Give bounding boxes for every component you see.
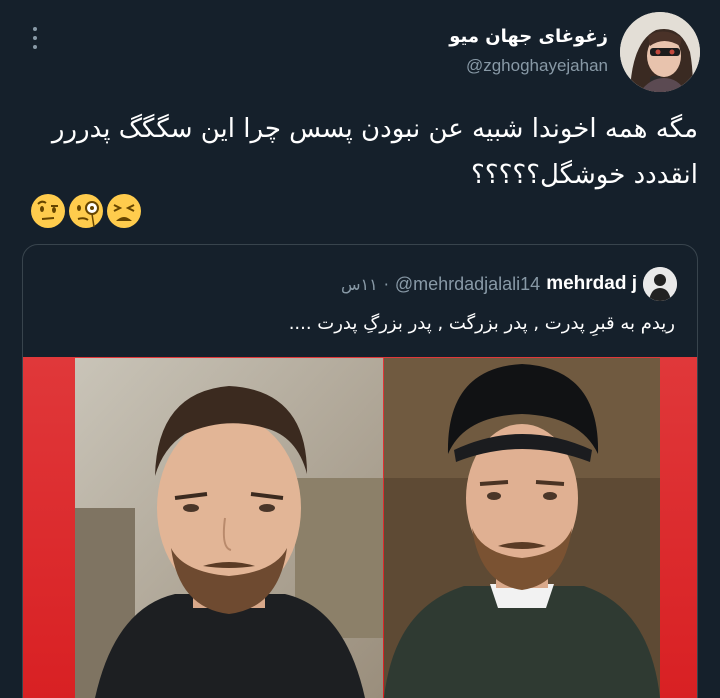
raised-eyebrow-emoji <box>31 194 65 228</box>
quoted-author-handle[interactable]: @mehrdadjalali14 <box>395 274 540 295</box>
author-display-name[interactable]: زغوغای جهان میو <box>449 23 608 51</box>
quoted-tweet[interactable]: mehrdad j @mehrdadjalali14 · ۱۱س ریدم به… <box>22 244 698 698</box>
quoted-author-name[interactable]: mehrdad j <box>546 273 637 295</box>
photo-young-man[interactable] <box>75 358 383 698</box>
quoted-timestamp[interactable]: ۱۱س <box>341 275 378 294</box>
quoted-avatar[interactable] <box>643 267 677 301</box>
quoted-tweet-text: ریدم به قبرِ پدرت , پدر بزرگت , پدر بزرگ… <box>288 313 675 334</box>
tired-face-emoji <box>107 194 141 228</box>
tweet-emojis <box>30 193 142 229</box>
quoted-tweet-header: mehrdad j @mehrdadjalali14 · ۱۱س <box>341 267 677 301</box>
separator-dot: · <box>383 274 389 294</box>
face-with-monocle-emoji <box>69 194 103 228</box>
quoted-media[interactable] <box>23 357 697 698</box>
avatar[interactable] <box>620 12 700 92</box>
author-handle[interactable]: @zghoghayejahan <box>449 51 608 81</box>
more-options-icon[interactable] <box>24 24 46 52</box>
tweet-author: زغوغای جهان میو @zghoghayejahan <box>449 12 700 92</box>
photo-cleric[interactable] <box>384 358 660 698</box>
tweet-text: مگه همه اخوندا شبیه عن نبودن پسس چرا این… <box>51 114 698 190</box>
